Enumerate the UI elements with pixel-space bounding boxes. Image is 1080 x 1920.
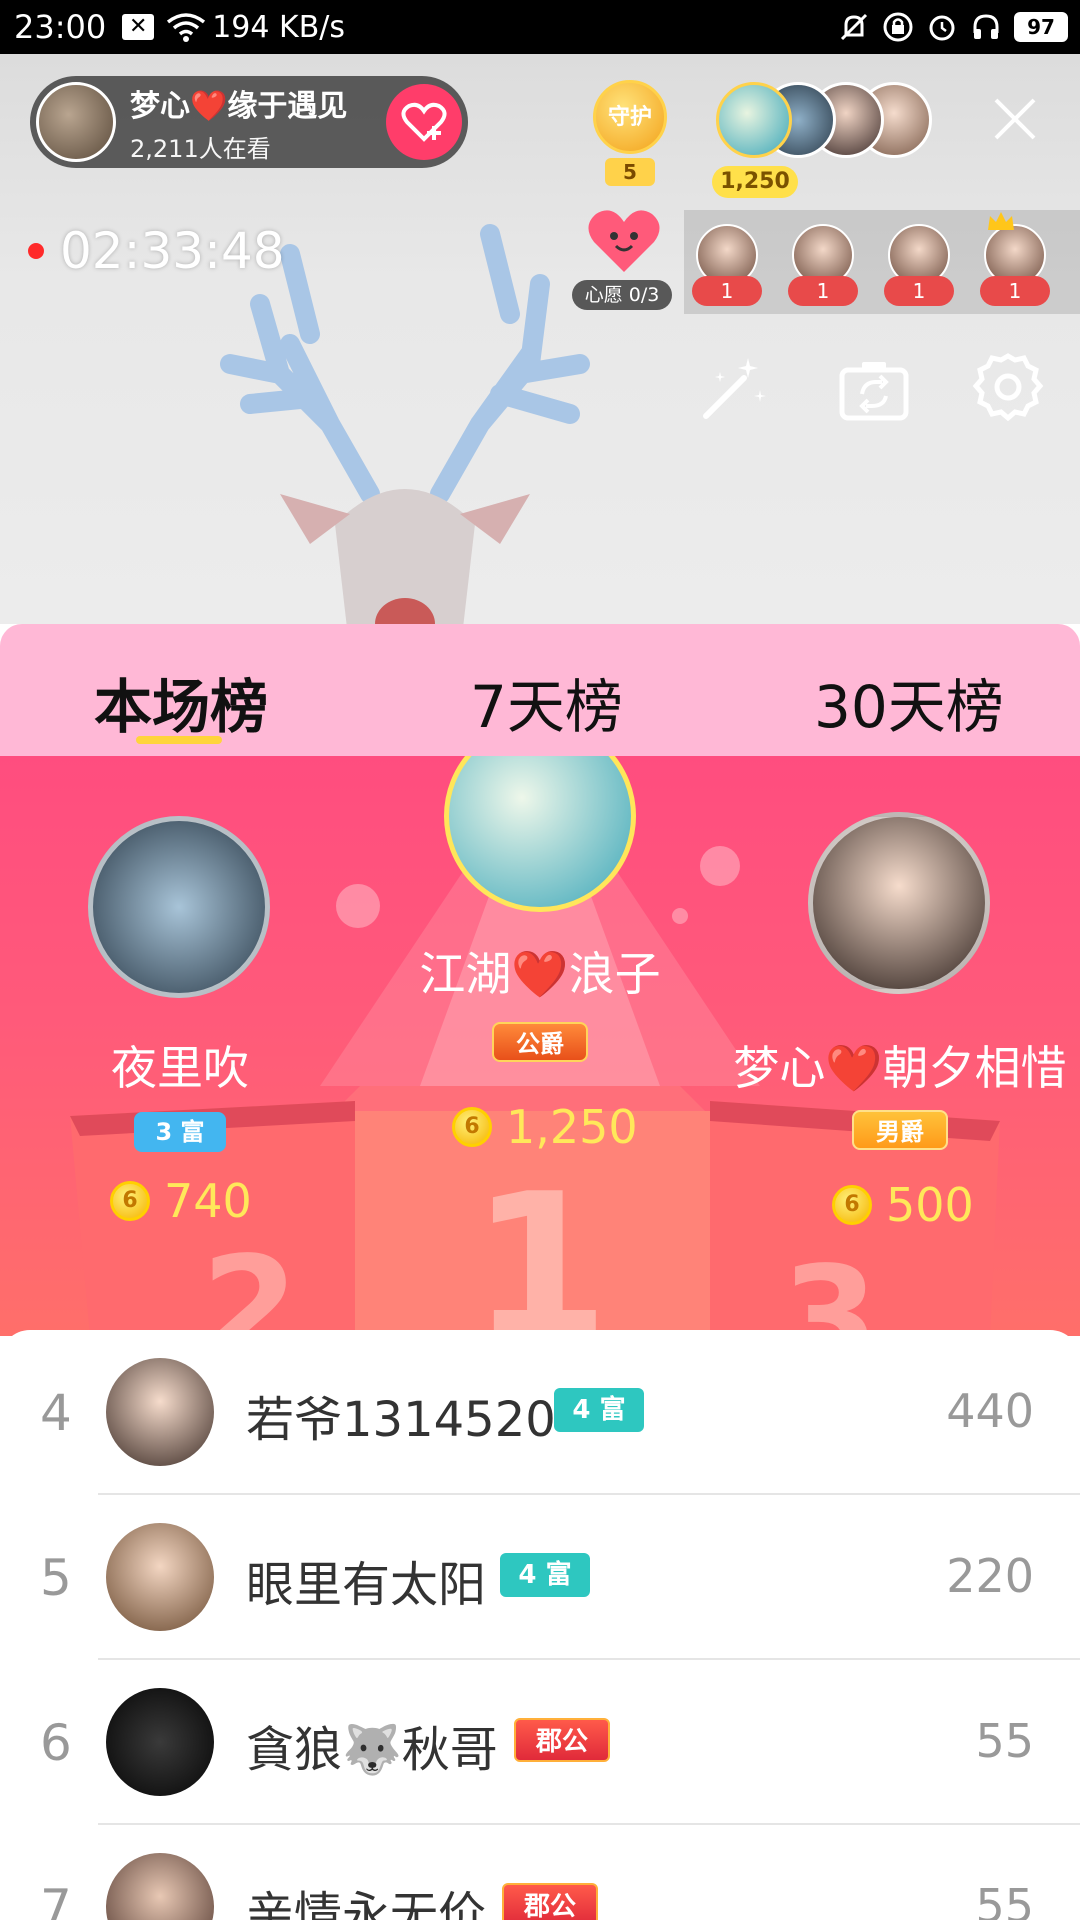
- third-place-score: 6 500: [832, 1178, 974, 1232]
- host-name: 梦心❤️缘于遇见: [130, 88, 348, 124]
- notification-icon: ✕: [122, 14, 155, 40]
- list-item[interactable]: 5 眼里有太阳 4 富 220: [0, 1495, 1080, 1660]
- active-tab-indicator: [136, 736, 222, 744]
- fan-item[interactable]: 1: [692, 224, 762, 308]
- row-score: 55: [975, 1879, 1034, 1920]
- fan-count-badge: 1: [980, 276, 1050, 306]
- tab-this-session[interactable]: 本场榜: [94, 660, 268, 744]
- row-name: 貪狼🐺秋哥: [246, 1722, 498, 1778]
- fan-item[interactable]: 1: [884, 224, 954, 308]
- heart-plus-icon: [401, 102, 447, 142]
- fan-count-badge: 1: [692, 276, 762, 306]
- timer-text: 02:33:48: [60, 222, 285, 280]
- second-place-score-value: 740: [164, 1174, 252, 1228]
- list-item[interactable]: 6 貪狼🐺秋哥 郡公 55: [0, 1660, 1080, 1825]
- recording-dot-icon: [28, 243, 44, 259]
- list-item[interactable]: 7 亲情永无价 郡公 55: [0, 1825, 1080, 1920]
- follow-button[interactable]: [386, 84, 462, 160]
- status-time: 23:00: [14, 8, 107, 46]
- coin-icon: 6: [110, 1181, 150, 1221]
- first-place-name: 江湖❤️浪子: [419, 947, 661, 1001]
- crown-icon: [988, 212, 1014, 230]
- row-name: 眼里有太阳: [246, 1557, 487, 1613]
- third-place-name: 梦心❤️朝夕相惜: [733, 1041, 1067, 1095]
- row-name: 亲情永无价: [246, 1887, 487, 1920]
- camera-switch-icon[interactable]: [834, 350, 914, 430]
- guard-button[interactable]: 守护 5: [585, 80, 675, 190]
- row-rank: 4: [40, 1384, 72, 1442]
- net-speed: 194 KB/s: [212, 9, 346, 45]
- third-place-badge: 男爵: [852, 1110, 948, 1150]
- third-place-score-value: 500: [886, 1178, 974, 1232]
- host-avatar[interactable]: [36, 82, 116, 162]
- wish-heart-icon: [588, 210, 660, 272]
- second-place-name: 夜里吹: [111, 1041, 249, 1095]
- fans-strip: 1 1 1 1: [684, 210, 1080, 314]
- wish-button[interactable]: 心愿 0/3: [572, 206, 672, 316]
- row-badge: 郡公: [514, 1718, 610, 1762]
- top-viewer-coins: 1,250: [712, 166, 798, 198]
- second-place-score: 6 740: [110, 1174, 252, 1228]
- row-rank: 6: [40, 1714, 72, 1772]
- svg-text:3: 3: [781, 1237, 878, 1336]
- fan-item[interactable]: 1: [980, 212, 1050, 308]
- row-score: 55: [975, 1714, 1034, 1768]
- second-place-avatar[interactable]: [88, 816, 270, 998]
- close-icon[interactable]: [990, 94, 1040, 144]
- third-place-avatar[interactable]: [808, 812, 990, 994]
- ranking-tabs: 本场榜 7天榜 30天榜: [0, 624, 1080, 756]
- row-rank: 5: [40, 1549, 72, 1607]
- row-badge: 4 富: [554, 1388, 644, 1432]
- top-viewers[interactable]: 1,250: [712, 82, 952, 212]
- list-item[interactable]: 4 若爷1314520 4 富 440: [0, 1330, 1080, 1495]
- row-rank: 7: [40, 1879, 72, 1920]
- status-bar: 23:00 ✕ 194 KB/s 97: [0, 0, 1080, 54]
- settings-gear-icon[interactable]: [968, 350, 1048, 430]
- guard-count: 5: [605, 158, 655, 186]
- first-place-score-value: 1,250: [506, 1100, 638, 1154]
- beauty-wand-icon[interactable]: [692, 350, 772, 430]
- wish-label: 心愿 0/3: [572, 280, 672, 310]
- host-info-pill[interactable]: 梦心❤️缘于遇见 2,211人在看: [30, 76, 468, 168]
- second-place-badge: 3 富: [134, 1112, 226, 1152]
- lock-rotation-icon: [883, 12, 913, 42]
- first-place-badge: 公爵: [492, 1022, 588, 1062]
- battery-icon: 97: [1014, 12, 1068, 42]
- svg-text:1: 1: [470, 1151, 609, 1336]
- row-avatar[interactable]: [106, 1523, 214, 1631]
- row-badge: 郡公: [502, 1883, 598, 1920]
- row-avatar[interactable]: [106, 1853, 214, 1920]
- tab-7-days[interactable]: 7天榜: [470, 660, 623, 744]
- row-avatar[interactable]: [106, 1688, 214, 1796]
- svg-text:2: 2: [201, 1227, 298, 1336]
- row-name: 若爷1314520: [246, 1392, 556, 1448]
- row-score: 220: [946, 1549, 1034, 1603]
- live-video[interactable]: 梦心❤️缘于遇见 2,211人在看 守护 5 1,250 02:33:48 心愿…: [0, 54, 1080, 624]
- fan-item[interactable]: 1: [788, 224, 858, 308]
- first-place-score: 6 1,250: [452, 1100, 638, 1154]
- wifi-icon: [167, 13, 206, 42]
- tab-30-days[interactable]: 30天榜: [814, 660, 1004, 744]
- ranking-list: 4 若爷1314520 4 富 440 5 眼里有太阳 4 富 220 6 貪狼…: [0, 1330, 1080, 1920]
- viewer-count: 2,211人在看: [130, 134, 271, 163]
- alarm-icon: [929, 15, 955, 41]
- viewer-avatar[interactable]: [716, 82, 792, 158]
- coin-icon: 6: [452, 1107, 492, 1147]
- top3-podium: 1 2 3 江湖❤️浪子 公爵 6 1,250 夜里吹 3 富 6 740 梦心…: [0, 756, 1080, 1336]
- headphones-icon: [973, 14, 999, 39]
- guard-crown-icon: 守护: [593, 80, 667, 154]
- row-avatar[interactable]: [106, 1358, 214, 1466]
- coin-icon: 6: [832, 1185, 872, 1225]
- row-score: 440: [946, 1384, 1034, 1438]
- fan-count-badge: 1: [788, 276, 858, 306]
- live-timer: 02:33:48: [28, 222, 285, 280]
- mute-bell-icon: [840, 13, 868, 41]
- fan-count-badge: 1: [884, 276, 954, 306]
- row-badge: 4 富: [500, 1553, 590, 1597]
